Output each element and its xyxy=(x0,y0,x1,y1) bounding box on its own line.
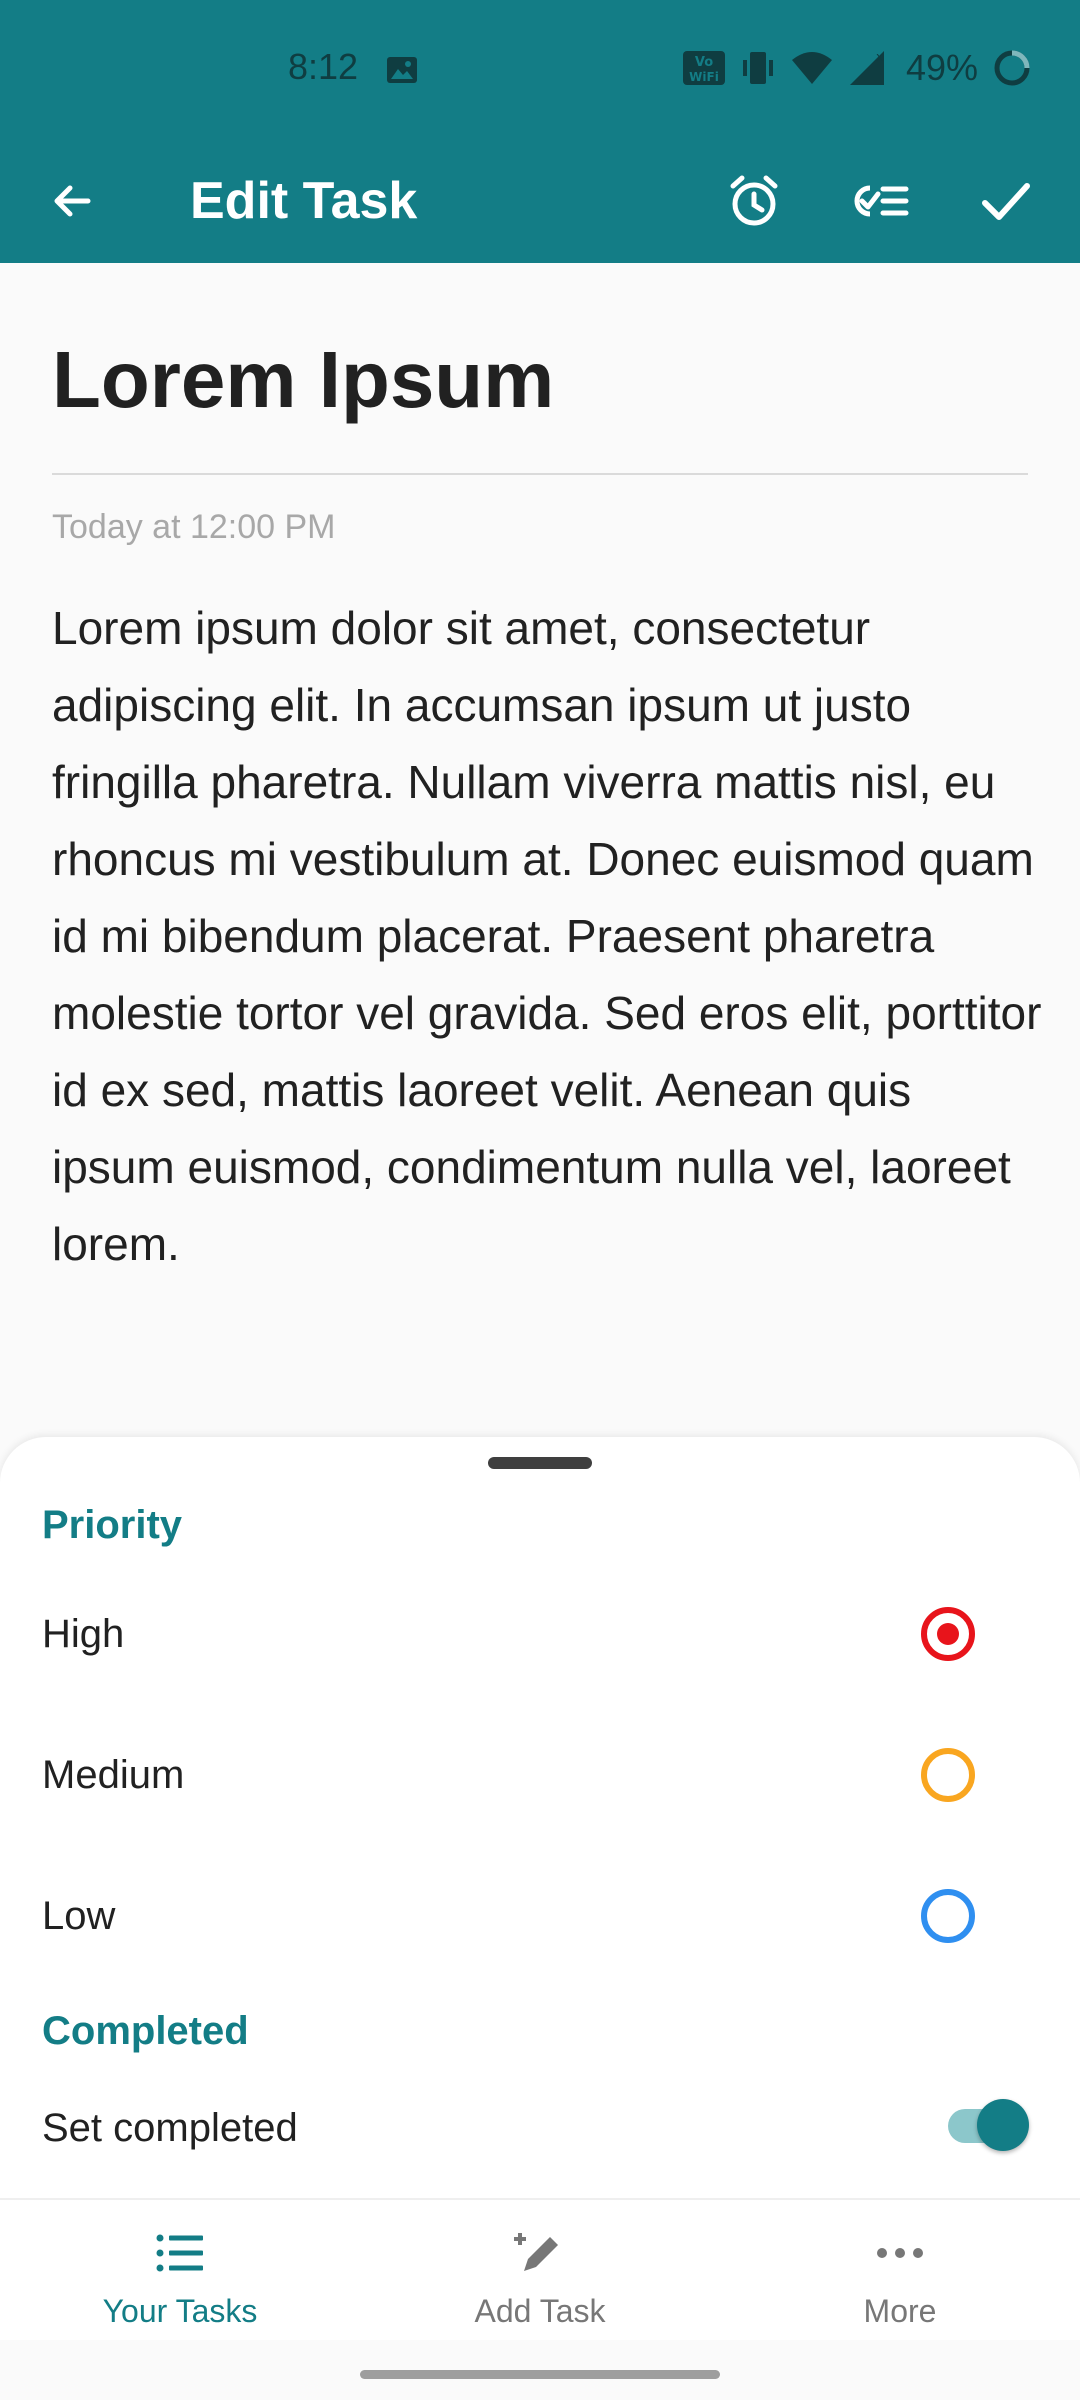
checklist-button[interactable] xyxy=(844,165,916,237)
set-completed-row[interactable]: Set completed xyxy=(0,2063,1080,2193)
image-icon xyxy=(386,56,418,84)
vowifi-icon: Vo WiFi xyxy=(682,50,726,86)
bottom-sheet: Priority High Medium Low Completed Set c… xyxy=(0,1437,1080,2200)
priority-option-high[interactable]: High xyxy=(0,1569,1080,1699)
radio-unselected-icon[interactable] xyxy=(921,1748,975,1802)
nav-more[interactable]: More xyxy=(720,2200,1080,2340)
title-divider xyxy=(52,473,1028,475)
priority-option-medium[interactable]: Medium xyxy=(0,1710,1080,1840)
svg-text:Vo: Vo xyxy=(695,55,713,70)
svg-text:WiFi: WiFi xyxy=(689,70,719,84)
checklist-icon xyxy=(854,185,909,217)
completed-header: Completed xyxy=(42,2009,249,2053)
task-date[interactable]: Today at 12:00 PM xyxy=(52,505,336,549)
gesture-area xyxy=(0,2340,1080,2400)
bottom-navigation: Your Tasks Add Task More xyxy=(0,2198,1080,2340)
priority-label: Low xyxy=(42,1894,116,1938)
completed-toggle[interactable] xyxy=(944,2091,1030,2161)
radio-unselected-icon[interactable] xyxy=(921,1889,975,1943)
more-horizontal-icon xyxy=(720,2226,1080,2280)
priority-option-low[interactable]: Low xyxy=(0,1851,1080,1981)
toggle-thumb xyxy=(977,2099,1029,2151)
vibrate-icon xyxy=(740,48,776,88)
radio-selected-icon[interactable] xyxy=(921,1607,975,1661)
save-button[interactable] xyxy=(970,165,1042,237)
gesture-handle[interactable] xyxy=(360,2370,720,2379)
task-description-field[interactable]: Lorem ipsum dolor sit amet, consectetur … xyxy=(52,590,1042,1283)
reminder-button[interactable] xyxy=(718,165,790,237)
check-icon xyxy=(982,183,1030,220)
list-icon xyxy=(0,2226,360,2280)
priority-label: High xyxy=(42,1612,125,1656)
edit-pen-icon xyxy=(360,2226,720,2280)
status-time: 8:12 xyxy=(288,46,359,87)
battery-text: 49% xyxy=(905,47,978,88)
priority-label: Medium xyxy=(42,1753,185,1797)
nav-label: Add Task xyxy=(474,2293,606,2329)
svg-text:x: x xyxy=(876,50,883,64)
nav-your-tasks[interactable]: Your Tasks xyxy=(0,2200,360,2340)
nav-label: Your Tasks xyxy=(102,2293,258,2329)
battery-icon xyxy=(992,48,1032,88)
alarm-icon xyxy=(730,175,778,226)
sheet-drag-handle[interactable] xyxy=(488,1457,592,1469)
task-title-field[interactable]: Lorem Ipsum xyxy=(52,330,554,430)
nav-label: More xyxy=(863,2293,937,2329)
arrow-back-icon xyxy=(54,185,91,217)
set-completed-label: Set completed xyxy=(42,2106,298,2150)
wifi-icon xyxy=(790,50,834,86)
signal-icon: x xyxy=(848,49,888,87)
app-bar: Edit Task xyxy=(0,140,1080,263)
nav-add-task[interactable]: Add Task xyxy=(360,2200,720,2340)
page-title: Edit Task xyxy=(190,172,418,230)
back-button[interactable] xyxy=(36,165,108,237)
status-bar: 8:12 Vo WiFi x 49% xyxy=(0,0,1080,140)
priority-header: Priority xyxy=(42,1503,183,1547)
status-icons: Vo WiFi x 49% xyxy=(682,46,1032,90)
